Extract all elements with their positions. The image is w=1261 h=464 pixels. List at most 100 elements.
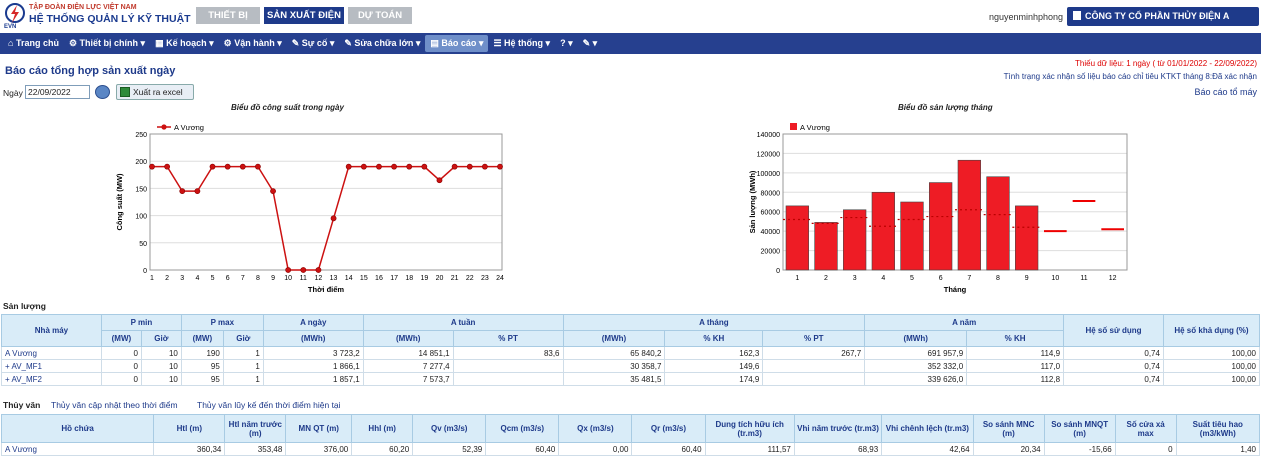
x-tick-label: 7 xyxy=(241,275,245,282)
y-tick-label: 120000 xyxy=(757,151,780,158)
y-tick-label: 80000 xyxy=(761,190,781,197)
san-luong-table: Nhà máy P min P max A ngày A tuần A thán… xyxy=(1,314,1261,386)
table-cell: 1 xyxy=(222,346,264,360)
nav-sua-chua-lon[interactable]: ✎ Sửa chữa lớn ▾ xyxy=(339,35,425,52)
data-point xyxy=(285,267,292,273)
table-cell: 190 xyxy=(180,346,224,360)
tab-du-toan[interactable]: DỰ TOÁN xyxy=(348,7,412,24)
table-cell: 68,93 xyxy=(793,442,883,456)
table-row[interactable]: + AV_MF2 0 10 95 1 1 857,1 7 573,7 35 481,5 174,… xyxy=(1,372,1261,386)
th-sub: % PT xyxy=(452,330,564,347)
data-point xyxy=(270,188,276,195)
plant-name[interactable]: + AV_MF1 xyxy=(1,359,102,373)
data-point xyxy=(436,177,443,184)
table-row[interactable]: + AV_MF1 0 10 95 1 1 866,1 7 277,4 30 358,7 149,… xyxy=(1,359,1261,373)
nav-tools[interactable]: ✎ ▾ xyxy=(578,35,603,52)
y-tick-label: 40000 xyxy=(761,229,781,236)
x-tick-label: 2 xyxy=(165,275,169,282)
table-cell: 112,8 xyxy=(966,372,1065,386)
table-cell: 360,34 xyxy=(153,442,226,456)
x-tick-label: 19 xyxy=(420,275,428,282)
export-excel-button[interactable]: Xuất ra excel xyxy=(116,84,194,100)
production-bar-chart: 0 20000 40000 60000 80000 100000 120000 140000 T… xyxy=(748,123,1128,294)
table-cell: 1 xyxy=(222,359,264,373)
table-row[interactable]: A Vương 360,34 353,48 376,00 60,20 52,39 60,40… xyxy=(0,442,1261,456)
bar xyxy=(843,209,867,271)
x-tick-label: 4 xyxy=(195,275,199,282)
tab-san-xuat-dien[interactable]: SẢN XUẤT ĐIỆN xyxy=(264,7,344,24)
th-nha-may: Nhà máy xyxy=(1,314,102,347)
nav-ke-hoach[interactable]: ▦ Kế hoạch ▾ xyxy=(150,35,219,52)
legend-label: A Vương xyxy=(174,123,204,132)
bar xyxy=(814,222,838,271)
y-tick-label: 100000 xyxy=(757,171,780,178)
nav-he-thong[interactable]: ☰ Hệ thống ▾ xyxy=(488,35,555,52)
y-tick-label: 20000 xyxy=(761,249,781,256)
nav-bao-cao[interactable]: ▤ Báo cáo ▾ xyxy=(425,35,489,52)
x-tick-label: 13 xyxy=(330,275,338,282)
nav-trang-chu[interactable]: ⌂ Trang chủ xyxy=(3,35,64,52)
table-cell: 100,00 xyxy=(1162,346,1261,360)
power-line-chart: 050100150200250Thời điểmCông suất (MW)1 2… xyxy=(115,123,504,294)
reservoir-name[interactable]: A Vương xyxy=(0,442,155,456)
x-axis-label: Thời điểm xyxy=(308,285,344,294)
data-point xyxy=(194,188,201,195)
username[interactable]: nguyenminhphong xyxy=(989,12,1063,22)
table-cell: 691 957,9 xyxy=(864,346,968,360)
table-cell: 0 xyxy=(100,372,142,386)
table-cell: 162,3 xyxy=(664,346,764,360)
plant-name[interactable]: A Vương xyxy=(1,346,102,360)
tab-thiet-bi[interactable]: THIẾT BỊ xyxy=(196,7,260,24)
legend-marker xyxy=(161,124,167,130)
table-cell: 174,9 xyxy=(664,372,764,386)
y-tick-label: 100 xyxy=(135,214,147,221)
chart2-title: Biểu đồ sản lượng tháng xyxy=(898,103,993,112)
nav-van-hanh[interactable]: ⚙ Vận hành ▾ xyxy=(219,35,287,52)
th-sub: (MWh) xyxy=(562,330,666,347)
column-header: Htl năm trước (m) xyxy=(224,414,287,443)
logo-text: EVN xyxy=(4,24,17,30)
table-cell xyxy=(762,372,866,386)
x-tick-label: 20 xyxy=(436,275,444,282)
x-tick-label: 3 xyxy=(180,275,184,282)
x-tick-label: 6 xyxy=(939,275,943,282)
data-point xyxy=(451,163,458,170)
table-row[interactable]: A Vương 0 10 190 1 3 723,2 14 851,1 83,6 65 840,… xyxy=(1,346,1261,360)
x-tick-label: 9 xyxy=(271,275,275,282)
x-tick-label: 7 xyxy=(967,275,971,282)
nav-su-co[interactable]: ✎ Sự cố ▾ xyxy=(287,35,340,52)
data-point xyxy=(300,267,307,273)
unit-report-link[interactable]: Báo cáo tổ máy xyxy=(1194,87,1257,97)
column-header: Suất tiêu hao (m3/kWh) xyxy=(1175,414,1261,443)
company-selector[interactable]: CÔNG TY CỔ PHẦN THỦY ĐIỆN A VƯƠNG xyxy=(1067,7,1259,40)
data-point xyxy=(481,163,488,170)
y-tick-label: 0 xyxy=(143,268,147,275)
thuy-van-link-thoi-diem[interactable]: Thủy văn cập nhật theo thời điểm xyxy=(51,400,178,410)
thuy-van-link-luy-ke[interactable]: Thủy văn lũy kế đến thời điểm hiện tại xyxy=(197,400,341,410)
table-cell: 60,20 xyxy=(351,442,414,456)
calendar-button[interactable] xyxy=(95,85,110,99)
x-tick-label: 4 xyxy=(881,275,885,282)
data-point xyxy=(330,215,337,222)
date-input[interactable] xyxy=(25,85,90,99)
th-sub: % KH xyxy=(664,330,764,347)
nav-thiet-bi-chinh[interactable]: ⚙ Thiết bị chính ▾ xyxy=(64,35,150,52)
th-sub: % PT xyxy=(762,330,866,347)
table-cell: 65 840,2 xyxy=(562,346,666,360)
table-cell: 0,74 xyxy=(1063,372,1164,386)
table-cell: 114,9 xyxy=(966,346,1065,360)
plot-frame xyxy=(149,133,503,271)
column-header: Hồ chứa xyxy=(0,414,155,443)
plant-name[interactable]: + AV_MF2 xyxy=(1,372,102,386)
table-cell: 1 xyxy=(222,372,264,386)
table-cell: 1 857,1 xyxy=(262,372,364,386)
gears-icon: ⚙ xyxy=(68,38,80,48)
column-header: Htl (m) xyxy=(153,414,226,443)
thuy-van-table: Hồ chứa Htl (m) Htl năm trước (m) MN QT (m)… xyxy=(0,414,1261,456)
bar xyxy=(900,201,924,271)
san-luong-label: Sản lượng xyxy=(3,301,46,311)
column-header: Vhi chênh lệch (tr.m3) xyxy=(881,414,974,443)
nav-help[interactable]: ? ▾ xyxy=(555,35,578,52)
x-tick-label: 8 xyxy=(996,275,1000,282)
data-point xyxy=(497,163,503,170)
